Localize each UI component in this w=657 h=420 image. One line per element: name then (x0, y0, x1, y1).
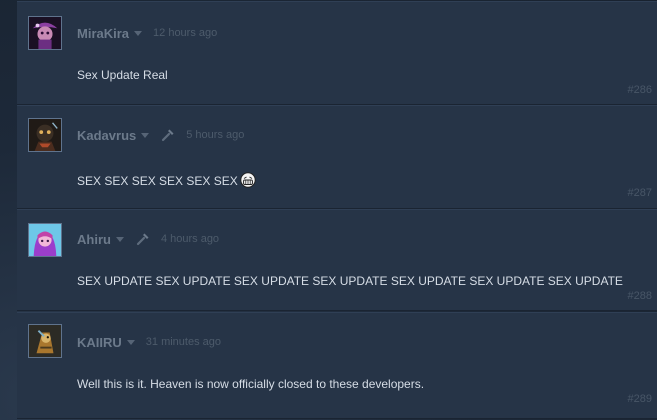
chevron-down-icon[interactable] (141, 132, 150, 138)
timestamp: 31 minutes ago (145, 336, 221, 348)
chevron-down-icon[interactable] (134, 30, 143, 36)
comment-number: #288 (627, 290, 652, 302)
timestamp: 4 hours ago (160, 233, 220, 245)
author-name[interactable]: MiraKira (77, 26, 129, 41)
comment-body: Sex Update Real (77, 68, 168, 82)
author-line: Ahiru 4 hours ago (77, 230, 219, 248)
author-name[interactable]: Kadavrus (77, 128, 136, 143)
comment-text: Well this is it. Heaven is now officiall… (77, 377, 424, 391)
comment-body: SEX UPDATE SEX UPDATE SEX UPDATE SEX UPD… (77, 274, 623, 288)
author-name[interactable]: KAIIRU (77, 335, 122, 350)
chevron-down-icon[interactable] (126, 339, 135, 345)
author-line: MiraKira 12 hours ago (77, 24, 217, 42)
comment-body: SEX SEX SEX SEX SEX SEX (77, 174, 238, 188)
comment-number: #286 (627, 84, 652, 96)
comment-item: Ahiru 4 hours ago SEX UPDATE SEX UPDATE … (17, 210, 657, 310)
developer-tool-icon (136, 232, 150, 246)
comment-text: Sex Update Real (77, 68, 168, 82)
comment-body: Well this is it. Heaven is now officiall… (77, 377, 425, 391)
comment-number: #287 (627, 187, 652, 199)
comment-text: SEX UPDATE SEX UPDATE SEX UPDATE SEX UPD… (77, 274, 623, 288)
dark-skull-character-avatar[interactable] (28, 118, 62, 152)
armored-bird-warrior-avatar[interactable] (28, 324, 62, 358)
timestamp: 5 hours ago (186, 129, 245, 141)
developer-tool-icon (161, 128, 175, 142)
comment-item: Kadavrus 5 hours ago SEX SEX SEX SEX SEX… (17, 106, 657, 208)
author-line: KAIIRU 31 minutes ago (77, 333, 221, 351)
purple-mushroom-girl-avatar[interactable] (28, 16, 62, 50)
comment-item: KAIIRU 31 minutes ago Well this is it. H… (17, 313, 657, 418)
chevron-down-icon[interactable] (115, 236, 124, 242)
comment-text: SEX SEX SEX SEX SEX SEX (77, 172, 256, 188)
author-name[interactable]: Ahiru (77, 232, 111, 247)
comment-item: MiraKira 12 hours ago Sex Update Real #2… (17, 2, 657, 104)
timestamp: 12 hours ago (153, 27, 218, 39)
author-line: Kadavrus 5 hours ago (77, 126, 244, 144)
comment-number: #289 (627, 393, 652, 405)
pink-purple-anime-avatar[interactable] (28, 223, 62, 257)
grinning-face-emoticon (240, 172, 256, 188)
comment-thread: MiraKira 12 hours ago Sex Update Real #2… (17, 0, 657, 420)
